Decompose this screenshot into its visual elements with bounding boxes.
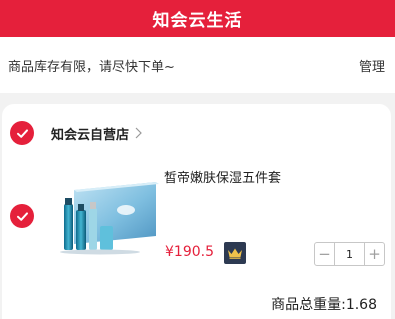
stock-notice-bar: 商品库存有限，请尽快下单~ 管理 (0, 37, 395, 93)
manage-button[interactable]: 管理 (359, 56, 385, 75)
vip-badge (224, 242, 246, 264)
store-link[interactable]: 知会云自营店 (51, 121, 142, 145)
product-title[interactable]: 皙帝嫩肤保湿五件套 (164, 167, 281, 186)
quantity-increment-button[interactable]: + (365, 243, 384, 265)
product-price: ¥190.5 (165, 244, 214, 260)
check-circle-icon (16, 128, 28, 138)
check-circle-icon (16, 211, 28, 221)
quantity-value[interactable]: 1 (334, 243, 365, 265)
app-header: 知会云生活 (0, 0, 395, 37)
store-select-checkbox[interactable] (10, 121, 34, 145)
chevron-right-icon (135, 127, 142, 139)
quantity-decrement-button[interactable]: − (315, 243, 334, 265)
total-weight-text: 商品总重量:1.68 (271, 297, 377, 313)
item-select-checkbox[interactable] (10, 204, 34, 228)
stock-notice-text: 商品库存有限，请尽快下单~ (8, 59, 175, 75)
app-title: 知会云生活 (152, 11, 243, 31)
store-name: 知会云自营店 (51, 127, 130, 143)
quantity-stepper: − 1 + (314, 242, 385, 266)
cart-store-card: 知会云自营店 皙帝嫩肤保湿五件套 ¥190.5 − 1 + 商品总重量:1.68 (2, 104, 391, 319)
crown-icon (228, 248, 242, 259)
product-image[interactable] (52, 178, 162, 258)
